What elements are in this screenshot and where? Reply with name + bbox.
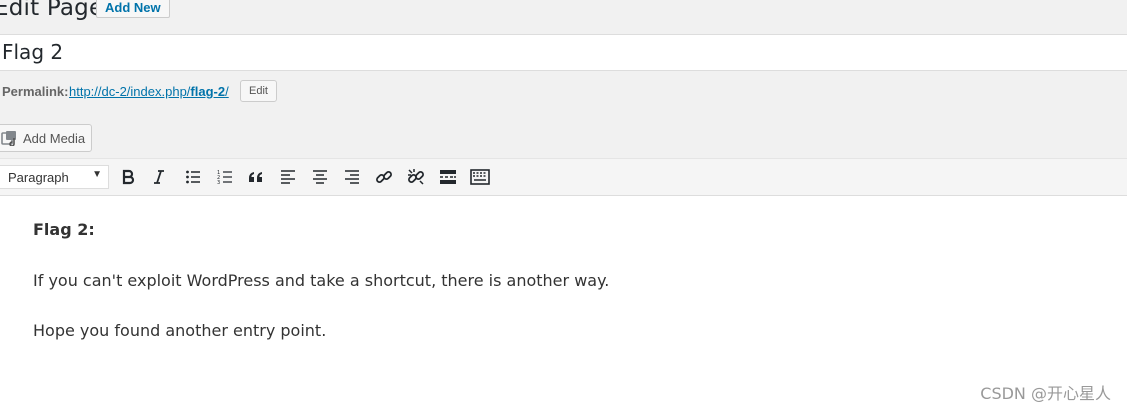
permalink-label: Permalink: (2, 84, 69, 99)
page-header: Edit Page Add New (0, 0, 1127, 22)
chevron-down-icon: ▼ (92, 169, 102, 180)
editor-content-area[interactable]: Flag 2: If you can't exploit WordPress a… (0, 196, 1127, 408)
italic-icon[interactable] (148, 166, 170, 188)
blockquote-icon[interactable] (245, 166, 267, 188)
align-right-icon[interactable] (341, 166, 363, 188)
media-icon (1, 130, 19, 149)
edit-permalink-button[interactable]: Edit (240, 80, 277, 102)
editor-toolbar: Paragraph ▼ 1 2 3 (0, 158, 1127, 196)
content-paragraph: Hope you found another entry point. (33, 321, 327, 340)
remove-link-icon[interactable] (405, 166, 427, 188)
bold-icon[interactable] (117, 166, 139, 188)
format-select-value: Paragraph (8, 170, 69, 185)
add-media-label: Add Media (23, 131, 86, 146)
permalink-url-suffix: / (225, 84, 229, 99)
watermark: CSDN @开心星人 (980, 384, 1111, 403)
add-media-button[interactable]: Add Media (0, 124, 92, 152)
page-title: Edit Page (0, 0, 104, 21)
permalink-link[interactable]: http://dc-2/index.php/flag-2/ (69, 84, 229, 99)
post-title-input[interactable]: Flag 2 (0, 34, 1127, 71)
add-new-button[interactable]: Add New (96, 0, 170, 18)
align-center-icon[interactable] (309, 166, 331, 188)
read-more-icon[interactable] (437, 166, 459, 188)
content-heading: Flag 2: (33, 220, 95, 239)
align-left-icon[interactable] (277, 166, 299, 188)
toolbar-toggle-icon[interactable] (469, 166, 491, 188)
bulleted-list-icon[interactable] (182, 166, 204, 188)
numbered-list-icon[interactable]: 1 2 3 (214, 166, 236, 188)
permalink-url-base: http://dc-2/index.php/ (69, 84, 191, 99)
svg-text:3: 3 (217, 180, 220, 185)
insert-link-icon[interactable] (373, 166, 395, 188)
permalink-slug: flag-2 (190, 84, 226, 99)
format-select[interactable]: Paragraph ▼ (0, 165, 109, 189)
content-paragraph: If you can't exploit WordPress and take … (33, 271, 610, 290)
